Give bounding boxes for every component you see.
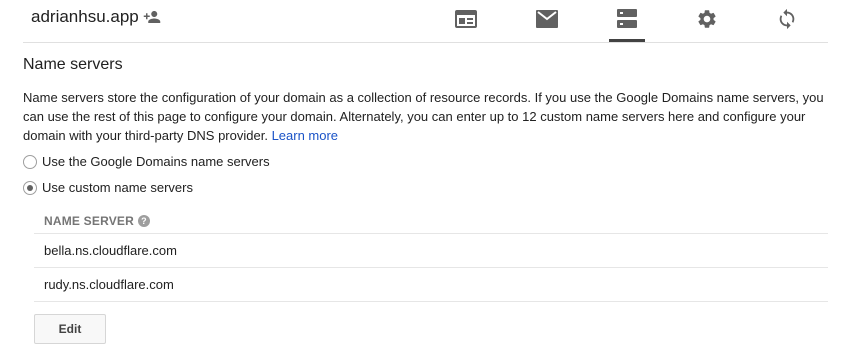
row-divider [34, 233, 828, 234]
section-description: Name servers store the configuration of … [23, 88, 833, 145]
sync-icon[interactable] [769, 4, 805, 34]
learn-more-link[interactable]: Learn more [272, 128, 338, 143]
section-title: Name servers [23, 56, 123, 73]
email-icon[interactable] [529, 4, 565, 34]
header: adrianhsu.app [0, 0, 858, 42]
column-header-label: NAME SERVER [44, 214, 134, 228]
dns-icon[interactable] [609, 4, 645, 34]
page: adrianhsu.app Name servers Name servers … [0, 0, 858, 355]
website-icon[interactable] [448, 4, 484, 34]
edit-button[interactable]: Edit [34, 314, 106, 344]
header-divider [23, 42, 828, 43]
radio-button[interactable] [23, 154, 37, 169]
radio-label: Use custom name servers [42, 180, 193, 195]
name-server-column-header: NAME SERVER ? [44, 214, 150, 228]
name-server-row: rudy.ns.cloudflare.com [44, 277, 174, 292]
name-server-row: bella.ns.cloudflare.com [44, 243, 177, 258]
row-divider [34, 301, 828, 302]
row-divider [34, 267, 828, 268]
radio-google-name-servers[interactable]: Use the Google Domains name servers [23, 154, 270, 169]
description-text: Name servers store the configuration of … [23, 90, 824, 143]
help-icon[interactable]: ? [138, 215, 150, 227]
domain-name: adrianhsu.app [31, 7, 139, 26]
radio-custom-name-servers[interactable]: Use custom name servers [23, 180, 193, 195]
person-add-icon[interactable] [142, 8, 162, 26]
settings-icon[interactable] [689, 4, 725, 34]
radio-button-checked[interactable] [23, 180, 37, 195]
radio-label: Use the Google Domains name servers [42, 154, 270, 169]
